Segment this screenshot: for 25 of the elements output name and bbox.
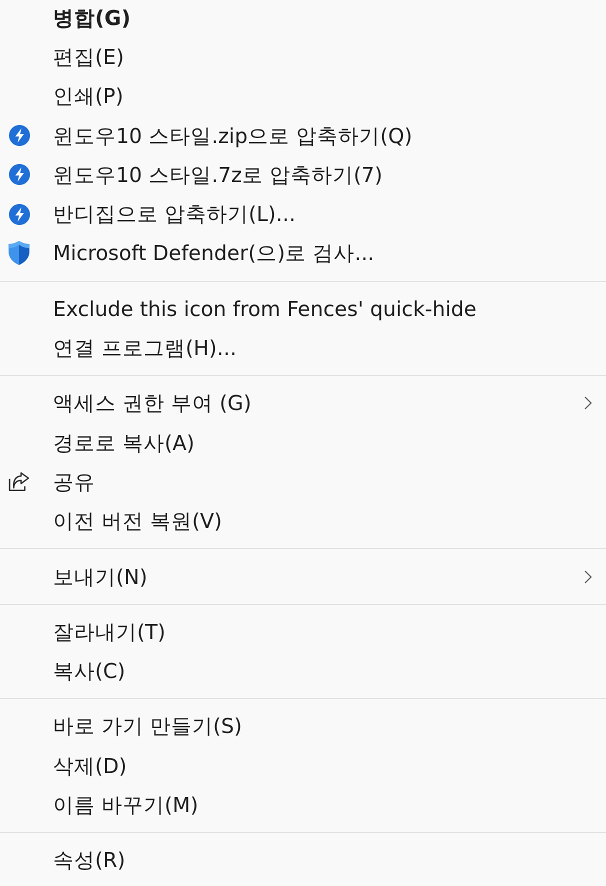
- menu-item[interactable]: 이름 바꾸기(M): [0, 785, 606, 825]
- share-icon: [8, 472, 30, 492]
- menu-item[interactable]: 바로 가기 만들기(S): [0, 706, 606, 746]
- shield-icon: [8, 241, 30, 266]
- menu-item[interactable]: 경로로 복사(A): [0, 422, 606, 462]
- menu-item[interactable]: 보내기(N): [0, 556, 606, 596]
- lightning-bolt-icon: [8, 125, 30, 146]
- menu-item[interactable]: 병합(G): [0, 0, 606, 38]
- menu-item[interactable]: 삭제(D): [0, 746, 606, 786]
- menu-item[interactable]: 윈도우10 스타일.zip으로 압축하기(Q): [0, 116, 606, 156]
- menu-item[interactable]: 반디집으로 압축하기(L)...: [0, 194, 606, 234]
- menu-item[interactable]: 잘라내기(T): [0, 612, 606, 652]
- menu-item[interactable]: Exclude this icon from Fences' quick-hide: [0, 289, 606, 328]
- menu-item[interactable]: 연결 프로그램(H)...: [0, 328, 606, 368]
- menu-item[interactable]: 공유: [0, 462, 606, 502]
- menu-item[interactable]: 윈도우10 스타일.7z로 압축하기(7): [0, 155, 606, 194]
- menu-item[interactable]: 속성(R): [0, 840, 606, 880]
- menu-item[interactable]: 액세스 권한 부여 (G): [0, 384, 606, 423]
- lightning-bolt-icon: [8, 204, 30, 225]
- menu-item[interactable]: 편집(E): [0, 37, 606, 77]
- menu-item[interactable]: 인쇄(P): [0, 76, 606, 116]
- menu-item[interactable]: 복사(C): [0, 651, 606, 691]
- menu-item[interactable]: Microsoft Defender(으)로 검사...: [0, 234, 606, 274]
- menu-item[interactable]: 이전 버전 복원(V): [0, 502, 606, 541]
- lightning-bolt-icon: [8, 164, 30, 186]
